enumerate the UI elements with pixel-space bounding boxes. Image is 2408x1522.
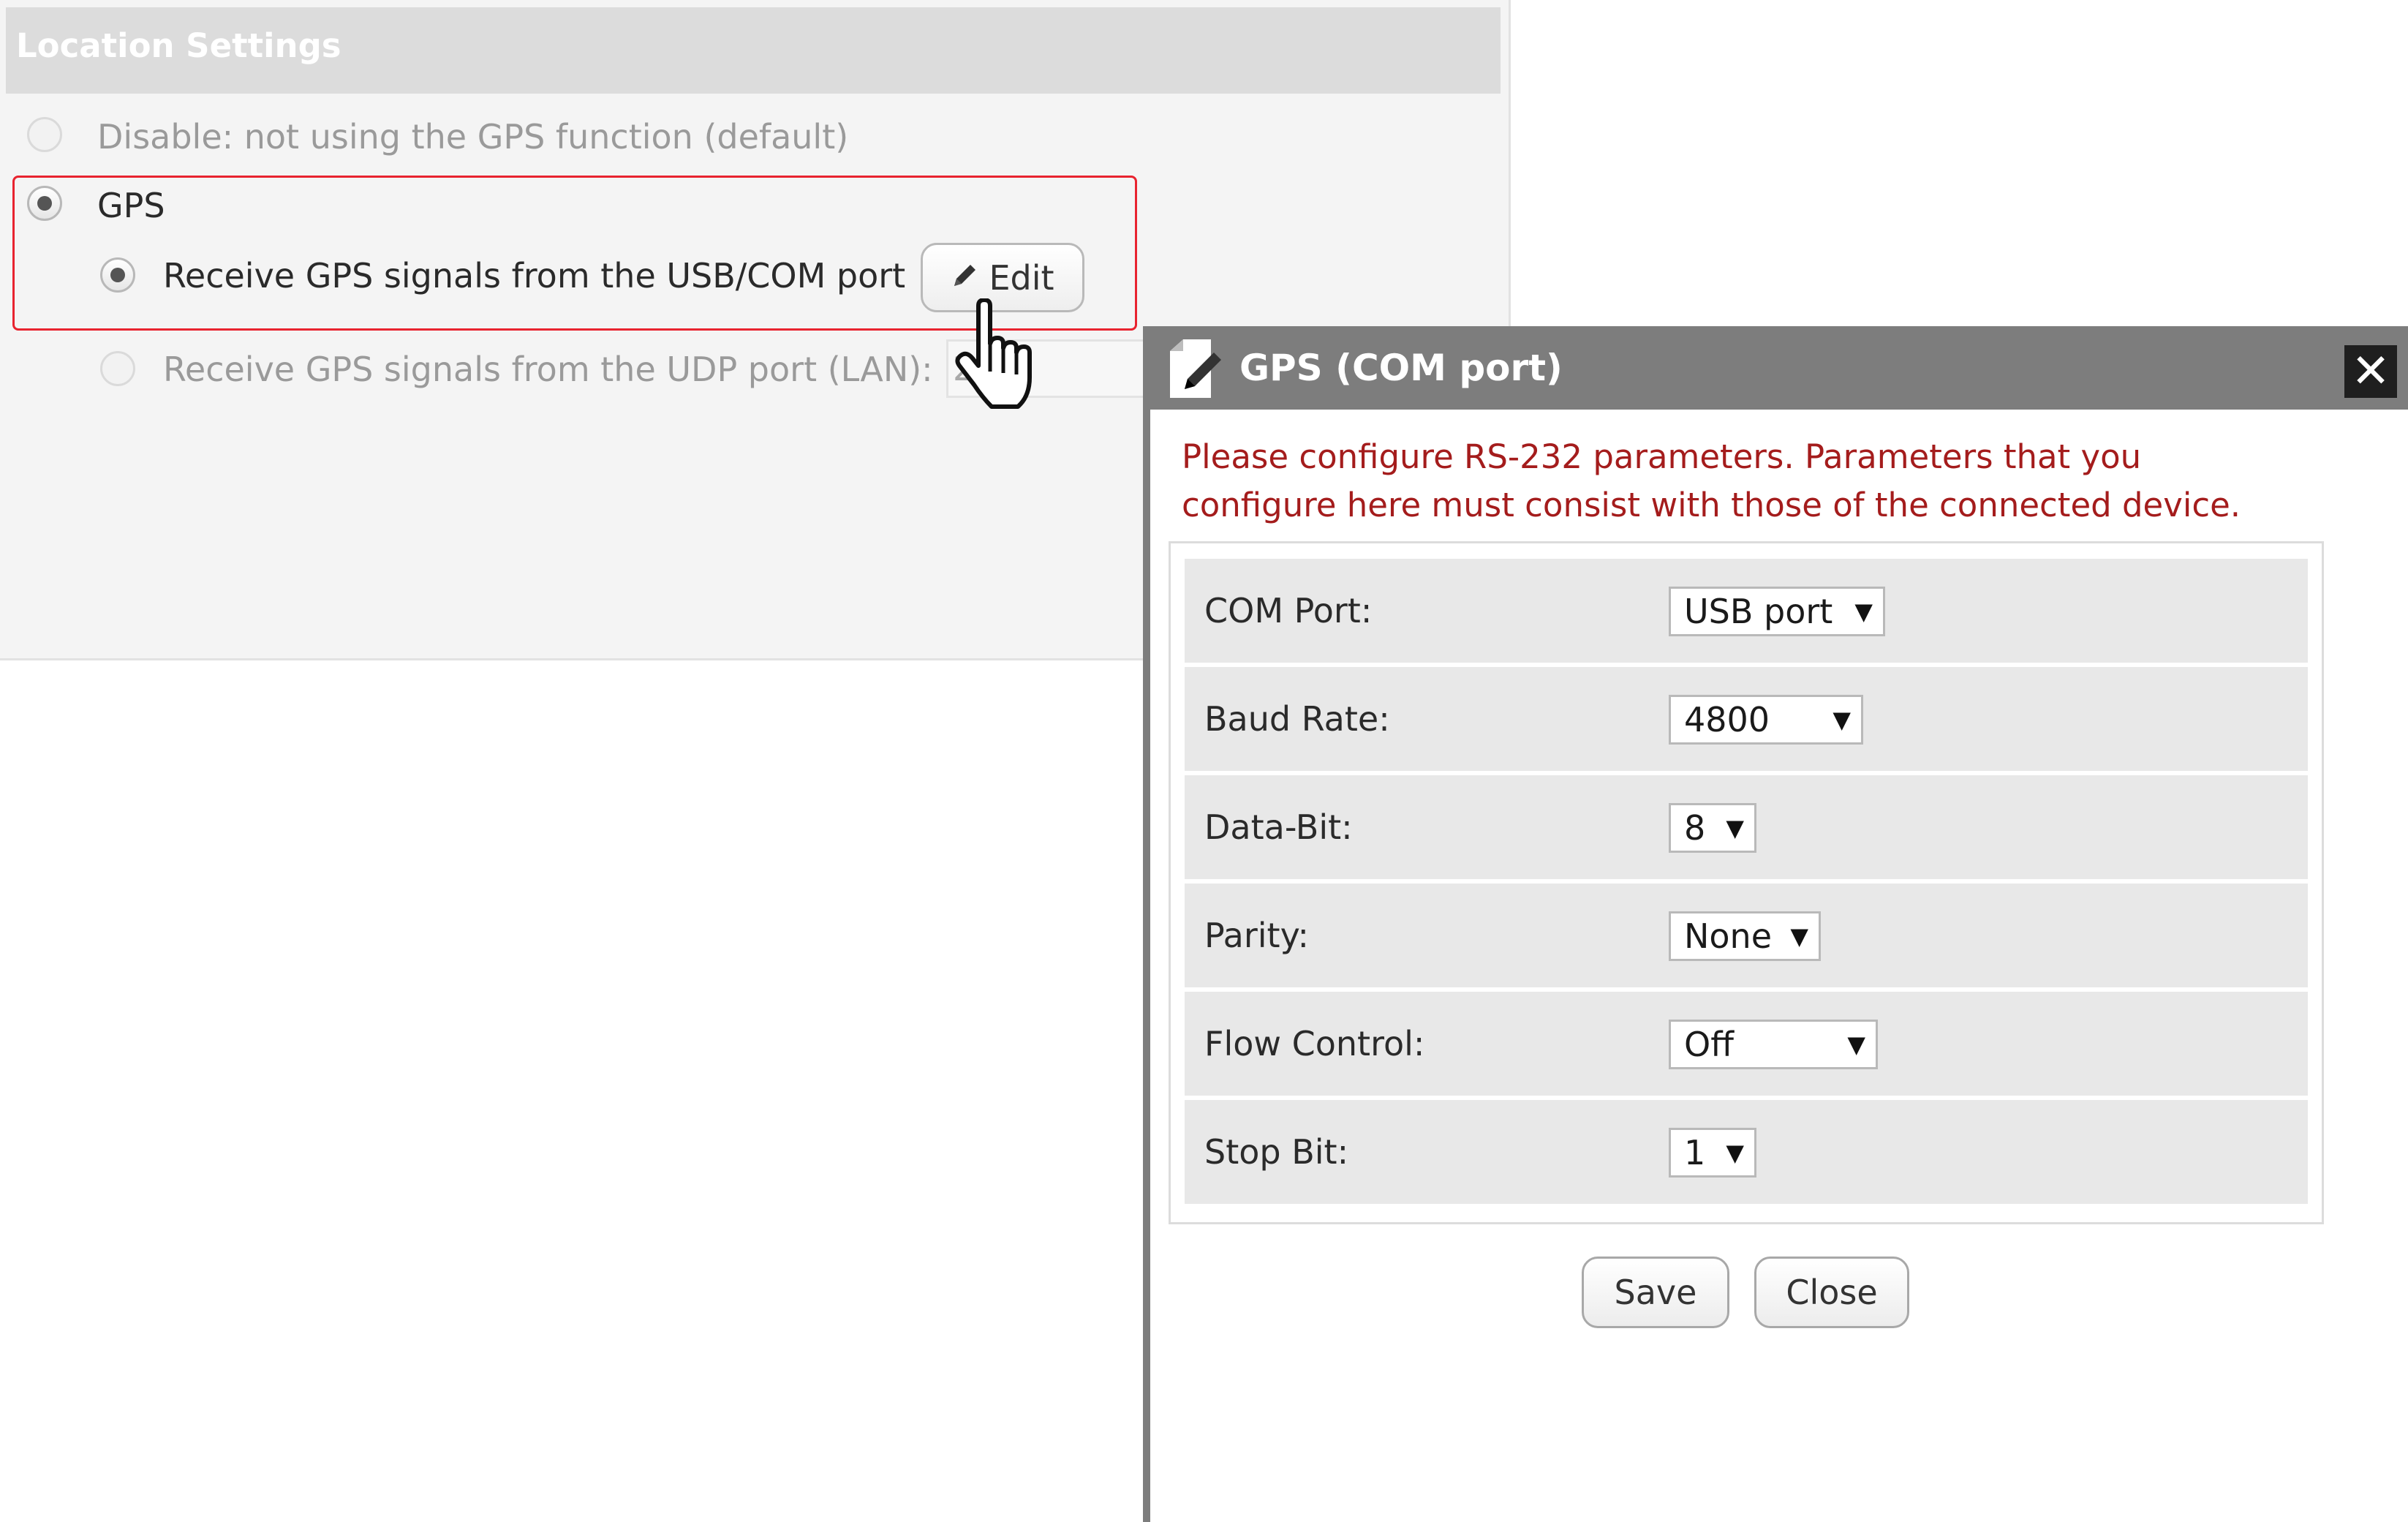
edit-icon xyxy=(1167,338,1227,401)
chevron-down-icon: ▼ xyxy=(1726,1139,1744,1167)
hand-pointer-icon xyxy=(951,298,1046,415)
form-row-data-bit: Data-Bit: 8 ▼ xyxy=(1185,775,2308,879)
data-bit-label: Data-Bit: xyxy=(1204,807,1353,847)
data-bit-select[interactable]: 8 ▼ xyxy=(1669,803,1756,853)
dialog-message-line2: configure here must consist with those o… xyxy=(1182,486,2241,524)
panel-title: Location Settings xyxy=(16,26,341,65)
close-icon[interactable]: ✕ xyxy=(2344,345,2397,398)
com-port-select[interactable]: USB port ▼ xyxy=(1669,587,1885,636)
save-button[interactable]: Save xyxy=(1582,1257,1729,1328)
radio-usb-com[interactable] xyxy=(100,257,135,293)
radio-disable-label: Disable: not using the GPS function (def… xyxy=(97,117,849,157)
stop-bit-value: 1 xyxy=(1684,1133,1706,1172)
parity-value: None xyxy=(1684,916,1773,956)
baud-rate-value: 4800 xyxy=(1684,700,1770,739)
form-row-com-port: COM Port: USB port ▼ xyxy=(1185,559,2308,663)
com-port-value: USB port xyxy=(1684,592,1833,631)
radio-udp-label: Receive GPS signals from the UDP port (L… xyxy=(163,350,933,389)
parity-label: Parity: xyxy=(1204,916,1309,955)
data-bit-value: 8 xyxy=(1684,808,1706,848)
stop-bit-select[interactable]: 1 ▼ xyxy=(1669,1128,1756,1178)
flow-control-select[interactable]: Off ▼ xyxy=(1669,1020,1878,1069)
close-button[interactable]: Close xyxy=(1754,1257,1909,1328)
pencil-icon xyxy=(951,258,980,298)
flow-control-label: Flow Control: xyxy=(1204,1024,1425,1063)
chevron-down-icon: ▼ xyxy=(1833,706,1851,734)
edit-button-label: Edit xyxy=(989,257,1054,298)
chevron-down-icon: ▼ xyxy=(1847,1031,1865,1058)
com-port-label: COM Port: xyxy=(1204,591,1373,630)
radio-gps-label: GPS xyxy=(97,186,165,225)
parity-select[interactable]: None ▼ xyxy=(1669,911,1821,961)
radio-disable[interactable] xyxy=(27,117,62,152)
form-row-stop-bit: Stop Bit: 1 ▼ xyxy=(1185,1100,2308,1204)
stop-bit-label: Stop Bit: xyxy=(1204,1132,1349,1172)
radio-usb-com-label: Receive GPS signals from the USB/COM por… xyxy=(163,256,906,295)
radio-udp[interactable] xyxy=(100,351,135,386)
dialog-message-line1: Please configure RS-232 parameters. Para… xyxy=(1182,437,2142,476)
baud-rate-select[interactable]: 4800 ▼ xyxy=(1669,695,1863,745)
chevron-down-icon: ▼ xyxy=(1854,598,1873,625)
flow-control-value: Off xyxy=(1684,1025,1734,1064)
form-row-flow-control: Flow Control: Off ▼ xyxy=(1185,992,2308,1096)
dialog-title: GPS (COM port) xyxy=(1239,347,1563,389)
form-row-baud-rate: Baud Rate: 4800 ▼ xyxy=(1185,667,2308,771)
baud-rate-label: Baud Rate: xyxy=(1204,699,1390,739)
chevron-down-icon: ▼ xyxy=(1726,814,1744,842)
form-row-parity: Parity: None ▼ xyxy=(1185,884,2308,987)
chevron-down-icon: ▼ xyxy=(1790,922,1808,950)
radio-gps[interactable] xyxy=(27,186,62,221)
